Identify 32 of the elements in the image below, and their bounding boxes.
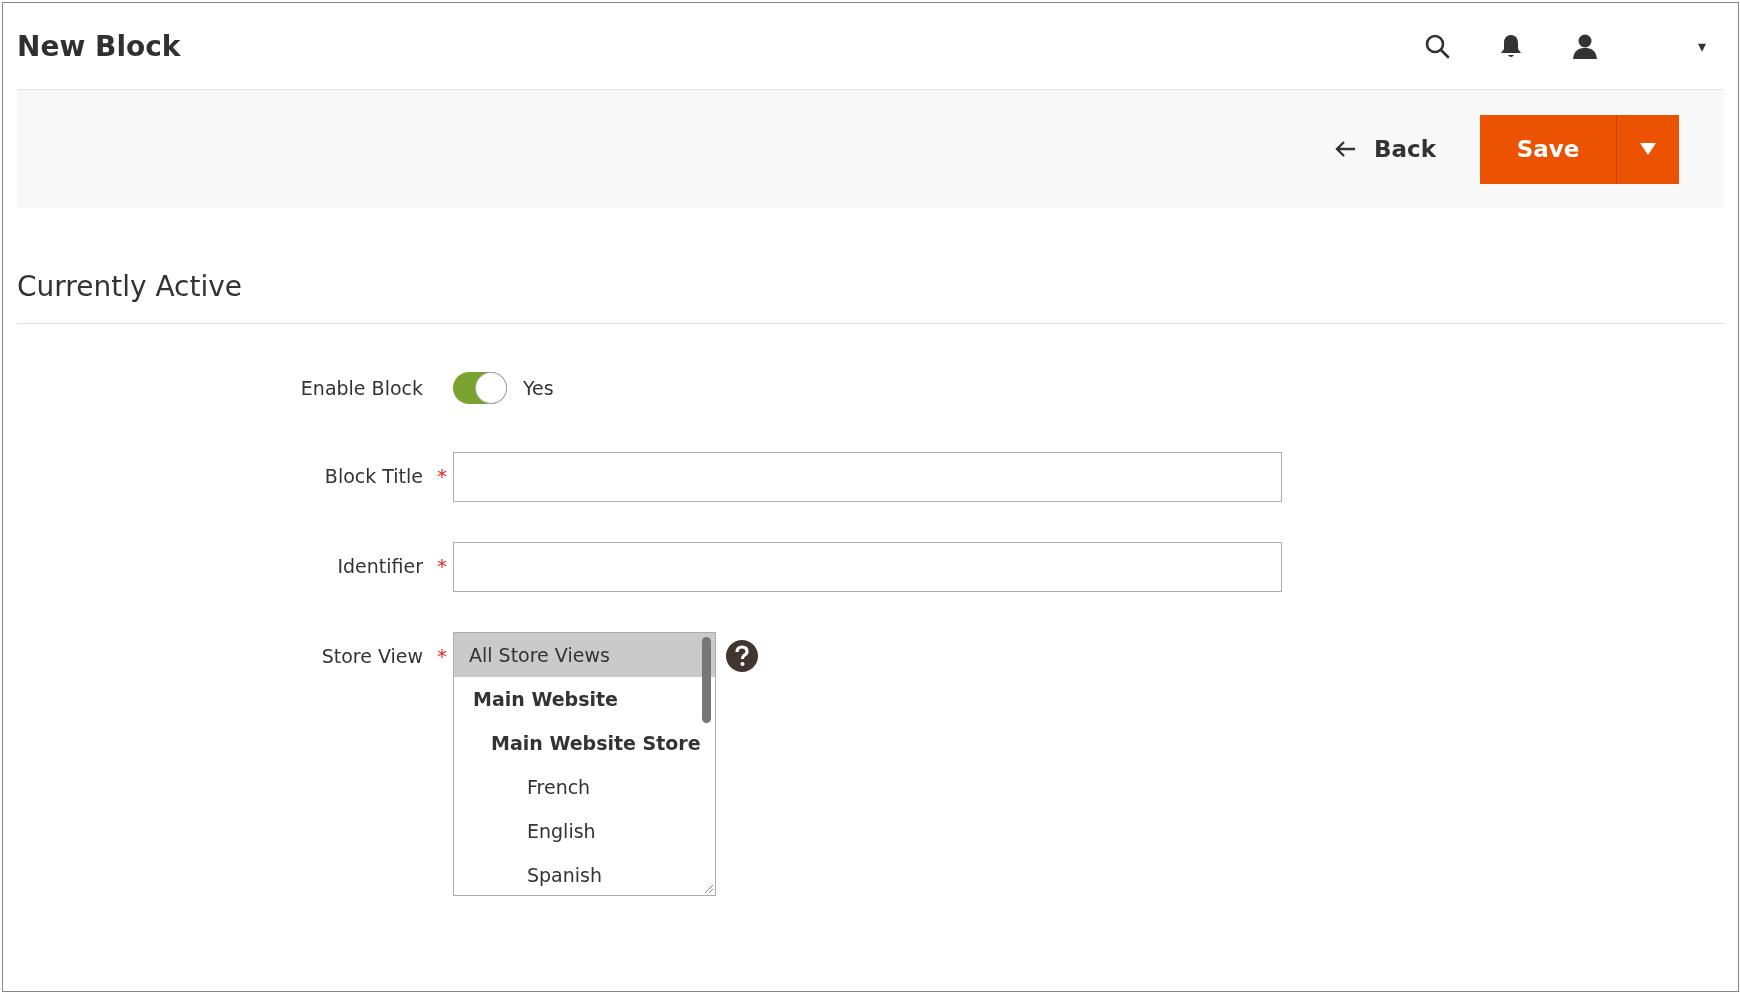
back-button[interactable]: Back [1328,135,1442,163]
help-icon[interactable] [726,640,758,672]
save-button[interactable]: Save [1480,114,1617,184]
field-label: Block Title [324,465,423,487]
store-view-option[interactable]: Main Website [454,677,715,721]
user-icon[interactable] [1571,33,1598,59]
required-mark: * [437,644,447,668]
store-view-list[interactable]: All Store Views Main Website Main Website Store French English Spanish [453,632,716,896]
section-title: Currently Active [17,208,1724,324]
store-view-option[interactable]: French [454,765,715,809]
text-input[interactable] [453,452,1282,502]
text-input[interactable] [453,542,1282,592]
store-view-option[interactable]: Spanish [454,853,715,895]
store-view-option[interactable]: All Store Views [454,633,715,677]
field-label: Enable Block [300,377,423,399]
toggle-switch[interactable] [453,372,507,404]
page-title: New Block [17,29,181,63]
toggle-value: Yes [523,377,554,399]
search-icon[interactable] [1423,33,1450,59]
save-options-button[interactable] [1617,114,1679,184]
field-label: Store View [321,645,423,667]
field-label: Identifier [337,555,423,577]
bell-icon[interactable] [1499,33,1522,59]
resize-grip-icon[interactable] [704,884,714,894]
store-view-option[interactable]: English [454,809,715,853]
required-mark: * [437,554,447,578]
scrollbar-thumb[interactable] [702,637,711,723]
store-view-option[interactable]: Main Website Store [454,721,715,765]
caret-icon [1640,143,1656,155]
left-arrow-icon [1334,140,1356,158]
required-mark: * [437,464,447,488]
account-menu-caret[interactable]: ▾ [1697,36,1706,56]
